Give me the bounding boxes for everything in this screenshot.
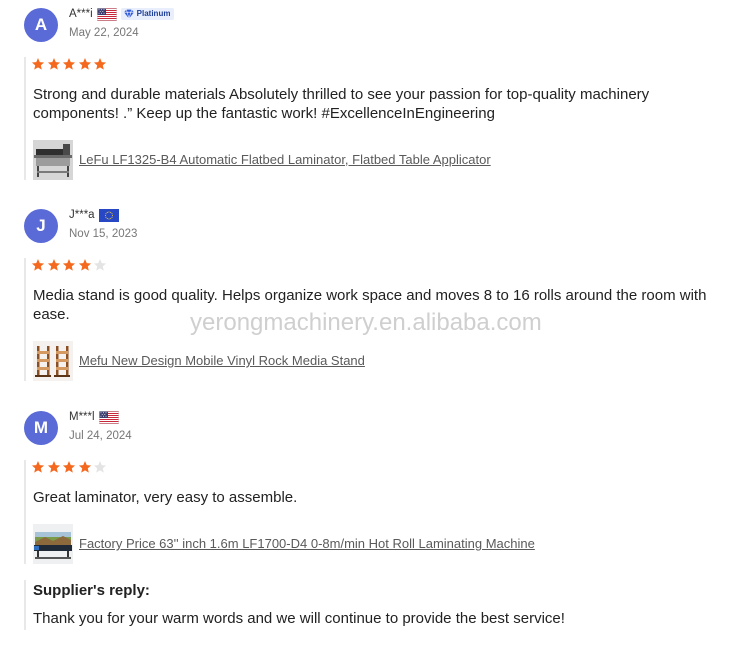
star-icon xyxy=(78,258,92,272)
review-date: May 22, 2024 xyxy=(69,27,139,39)
star-rating xyxy=(31,460,725,474)
reviewer-name: A***i xyxy=(69,8,93,20)
star-icon xyxy=(62,258,76,272)
review-body: Strong and durable materials Absolutely … xyxy=(24,57,725,180)
star-icon xyxy=(93,460,107,474)
review-header: M M***l Jul 24, 2024 xyxy=(0,410,750,445)
star-icon xyxy=(93,57,107,71)
review-card: J J***a Nov 15, 2023 Media stand is good… xyxy=(0,208,750,381)
media-stand-thumbnail[interactable] xyxy=(33,341,73,381)
us-flag-icon xyxy=(98,410,119,424)
eu-flag-icon xyxy=(98,208,119,222)
review-header: J J***a Nov 15, 2023 xyxy=(0,208,750,243)
star-icon xyxy=(47,460,61,474)
star-icon xyxy=(78,57,92,71)
avatar: M xyxy=(24,411,58,445)
review-text: Strong and durable materials Absolutely … xyxy=(33,86,650,122)
star-icon xyxy=(62,460,76,474)
supplier-reply-text: Thank you for your warm words and we wil… xyxy=(33,610,565,627)
reviewer-info: M***l xyxy=(69,410,119,424)
star-icon xyxy=(31,460,45,474)
star-icon xyxy=(31,57,45,71)
product-row: Factory Price 63'' inch 1.6m LF1700-D4 0… xyxy=(33,524,725,564)
review-card: M M***l Jul 24, 2024 Great laminator, ve… xyxy=(0,410,750,564)
review-body: Great laminator, very easy to assemble. … xyxy=(24,460,725,564)
reviewer-info: A***i Platinum xyxy=(69,7,175,21)
diamond-icon xyxy=(123,9,135,19)
review-body: Media stand is good quality. Helps organ… xyxy=(24,258,725,381)
star-rating xyxy=(31,57,725,71)
review-text: Great laminator, very easy to assemble. xyxy=(33,489,298,506)
product-row: LeFu LF1325-B4 Automatic Flatbed Laminat… xyxy=(33,140,725,180)
review-card: A A***i Platinum May 22, 2024 Strong and… xyxy=(0,7,750,180)
product-row: Mefu New Design Mobile Vinyl Rock Media … xyxy=(33,341,725,381)
badge-label: Platinum xyxy=(136,9,171,18)
platinum-badge: Platinum xyxy=(120,8,175,20)
reviewer-info: J***a xyxy=(69,208,119,222)
flatbed-laminator-thumbnail[interactable] xyxy=(33,140,73,180)
product-link[interactable]: Factory Price 63'' inch 1.6m LF1700-D4 0… xyxy=(79,536,535,552)
star-icon xyxy=(93,258,107,272)
star-icon xyxy=(47,258,61,272)
product-link[interactable]: Mefu New Design Mobile Vinyl Rock Media … xyxy=(79,353,365,369)
star-rating xyxy=(31,258,725,272)
star-icon xyxy=(47,57,61,71)
us-flag-icon xyxy=(96,7,117,21)
review-text: Media stand is good quality. Helps organ… xyxy=(33,287,707,323)
avatar: A xyxy=(24,8,58,42)
star-icon xyxy=(78,460,92,474)
reviewer-name: J***a xyxy=(69,209,95,221)
review-date: Nov 15, 2023 xyxy=(69,228,138,240)
supplier-reply-label: Supplier's reply: xyxy=(33,582,150,599)
hot-roll-laminator-thumbnail[interactable] xyxy=(33,524,73,564)
star-icon xyxy=(62,57,76,71)
reviewer-name: M***l xyxy=(69,411,95,423)
product-link[interactable]: LeFu LF1325-B4 Automatic Flatbed Laminat… xyxy=(79,152,491,168)
star-icon xyxy=(31,258,45,272)
review-header: A A***i Platinum May 22, 2024 xyxy=(0,7,750,42)
supplier-reply: Supplier's reply: Thank you for your war… xyxy=(24,580,725,630)
review-date: Jul 24, 2024 xyxy=(69,430,132,442)
avatar: J xyxy=(24,209,58,243)
